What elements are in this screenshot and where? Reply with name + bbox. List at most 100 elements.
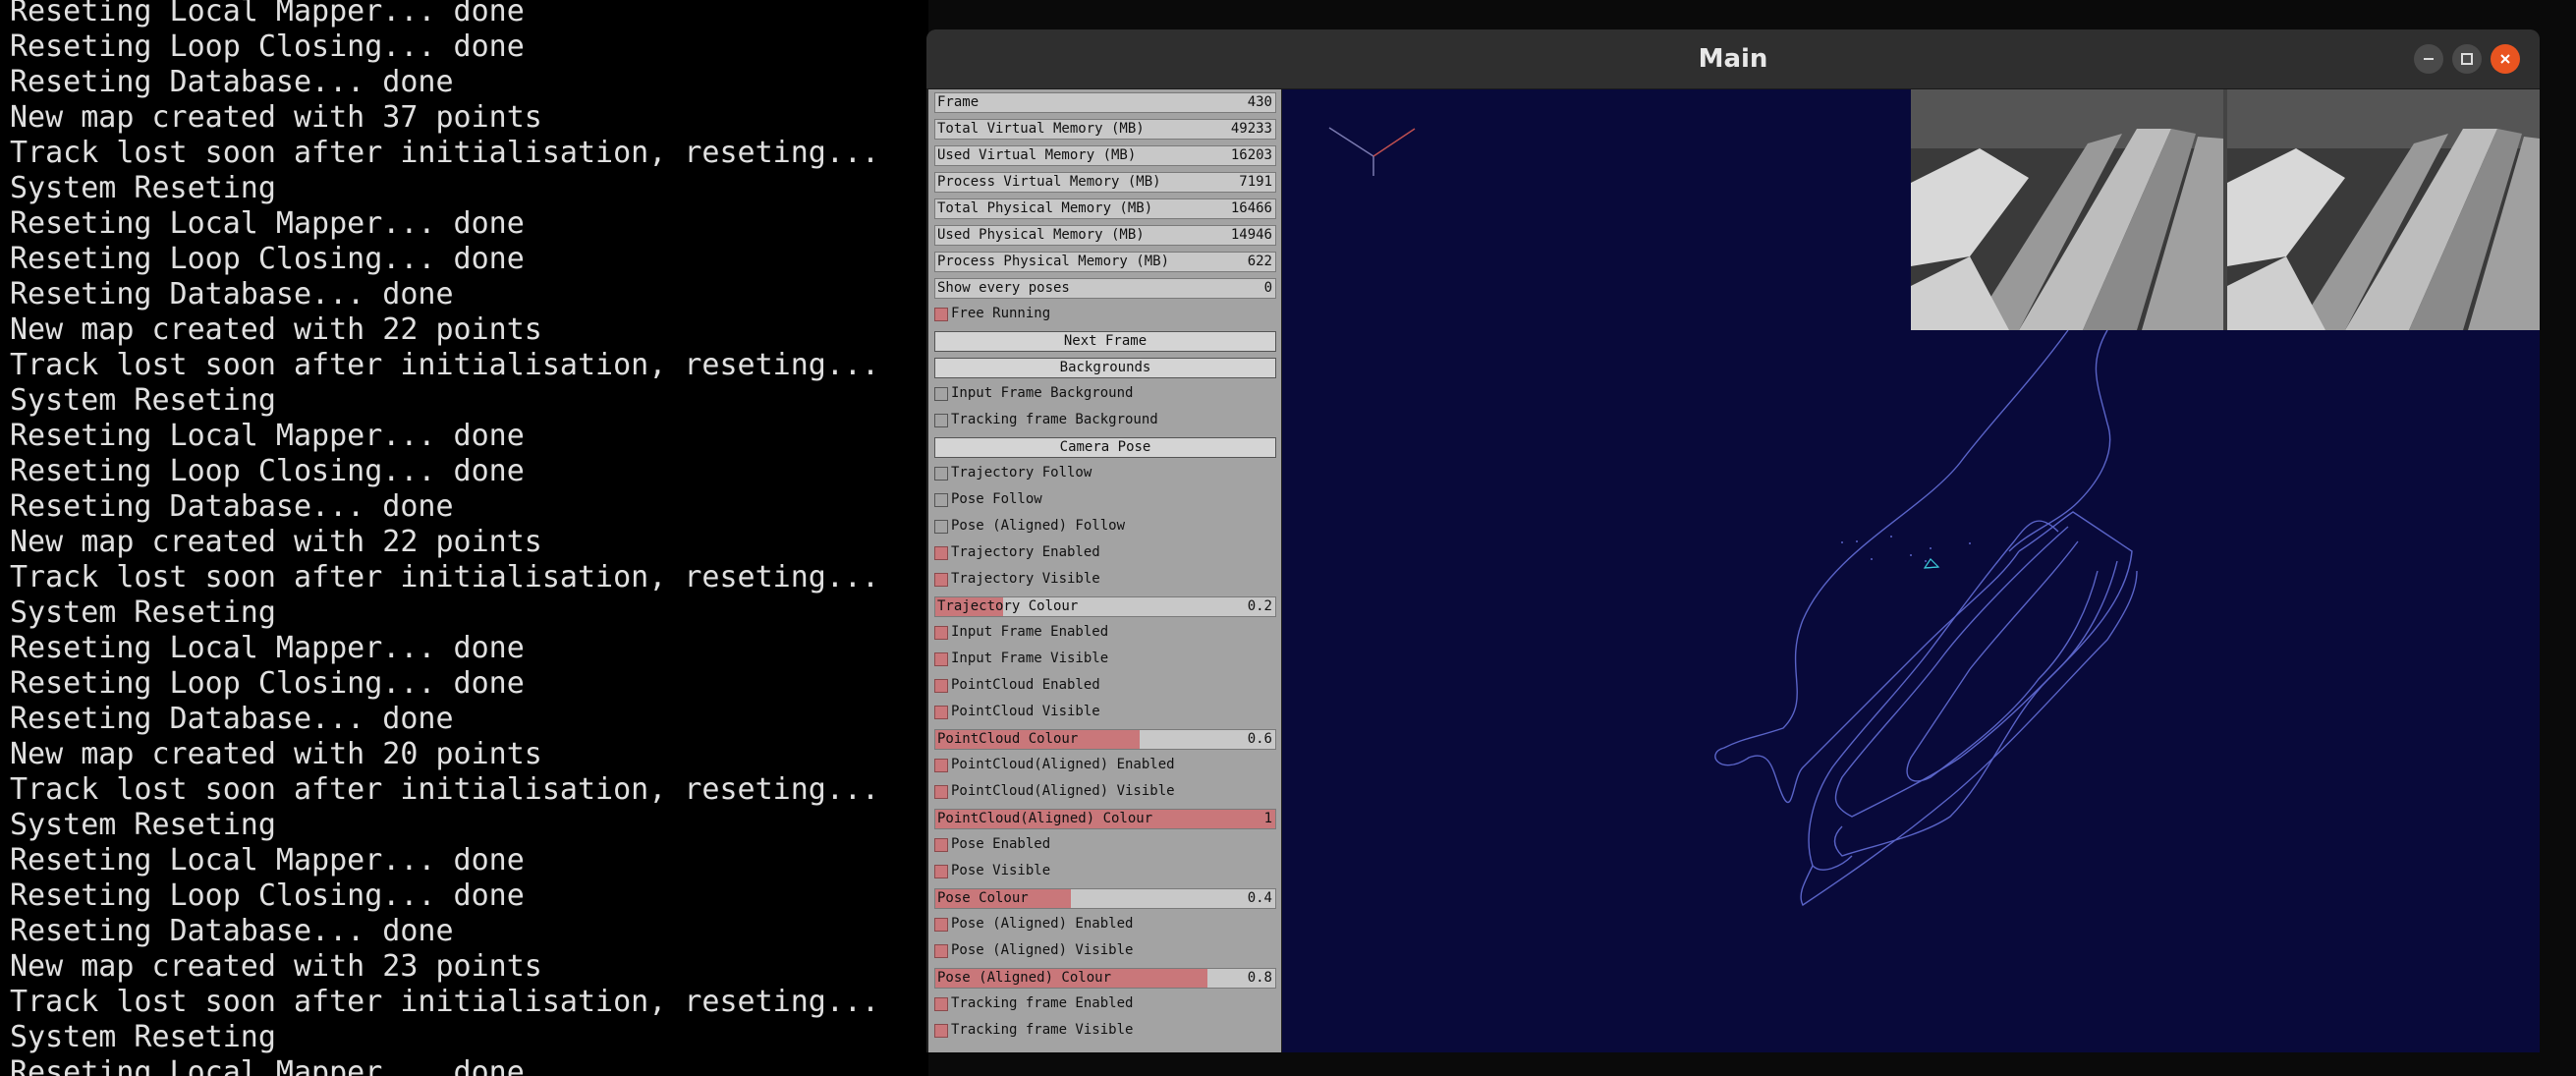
checkbox-box[interactable]	[934, 759, 948, 772]
terminal-line: Reseting Loop Closing... done	[10, 878, 525, 913]
terminal-line: Track lost soon after initialisation, re…	[10, 136, 880, 170]
checkbox-label: Tracking frame Visible	[951, 1022, 1134, 1038]
var-label: Total Physical Memory (MB)	[937, 200, 1153, 216]
checkbox-box[interactable]	[934, 573, 948, 587]
checkbox-trajectory-follow[interactable]: Trajectory Follow	[934, 464, 1276, 484]
checkbox-box[interactable]	[934, 997, 948, 1011]
slider-pose-aligned-colour[interactable]: Pose (Aligned) Colour 0.8	[934, 968, 1276, 989]
terminal-line: New map created with 23 points	[10, 949, 542, 984]
camera-image-right-graphic	[2227, 89, 2540, 330]
checkbox-pose-enabled[interactable]: Pose Enabled	[934, 835, 1276, 856]
terminal-line: New map created with 22 points	[10, 525, 542, 559]
terminal-output: Reseting Local Mapper... done Reseting Lo…	[0, 0, 928, 1076]
checkbox-input-frame-visible[interactable]: Input Frame Visible	[934, 650, 1276, 670]
title-bar[interactable]: Main	[926, 29, 2540, 89]
checkbox-box[interactable]	[934, 546, 948, 560]
slider-value: 0.6	[1247, 731, 1272, 747]
var-used-virtual-memory: Used Virtual Memory (MB) 16203	[934, 145, 1276, 166]
var-value: 14946	[1230, 227, 1272, 243]
var-process-virtual-memory: Process Virtual Memory (MB) 7191	[934, 172, 1276, 193]
maximize-button[interactable]	[2452, 44, 2482, 74]
var-process-physical-memory: Process Physical Memory (MB) 622	[934, 252, 1276, 272]
slider-trajectory-colour[interactable]: Trajectory Colour 0.2	[934, 596, 1276, 617]
terminal-line: Track lost soon after initialisation, re…	[10, 985, 880, 1019]
checkbox-pose-visible[interactable]: Pose Visible	[934, 862, 1276, 882]
checkbox-free-running[interactable]: Free Running	[934, 305, 1276, 325]
var-label: Total Virtual Memory (MB)	[937, 121, 1145, 137]
var-show-every-poses[interactable]: Show every poses 0	[934, 278, 1276, 299]
input-frame-inset	[1911, 89, 2540, 330]
checkbox-box[interactable]	[934, 308, 948, 321]
slider-pointcloud-aligned-colour[interactable]: PointCloud(Aligned) Colour 1	[934, 809, 1276, 829]
checkbox-box[interactable]	[934, 944, 948, 958]
slider-label: PointCloud(Aligned) Colour	[937, 811, 1153, 826]
terminal-line: Track lost soon after initialisation, re…	[10, 348, 880, 382]
checkbox-box[interactable]	[934, 414, 948, 427]
checkbox-box[interactable]	[934, 1024, 948, 1038]
terminal-line: Track lost soon after initialisation, re…	[10, 772, 880, 807]
terminal-line: Reseting Local Mapper... done	[10, 419, 525, 453]
terminal-line: Track lost soon after initialisation, re…	[10, 560, 880, 595]
var-total-physical-memory: Total Physical Memory (MB) 16466	[934, 198, 1276, 219]
checkbox-box[interactable]	[934, 865, 948, 878]
checkbox-label: Free Running	[951, 306, 1051, 321]
trajectory-path	[1714, 329, 2138, 907]
main-window: Main Frame 430 Total Virtual Memory (MB) 4…	[926, 29, 2540, 1052]
checkbox-input-frame-background[interactable]: Input Frame Background	[934, 384, 1276, 405]
checkbox-label: Trajectory Enabled	[951, 544, 1100, 560]
checkbox-pose-follow[interactable]: Pose Follow	[934, 490, 1276, 511]
checkbox-box[interactable]	[934, 626, 948, 640]
checkbox-box[interactable]	[934, 387, 948, 401]
var-value: 430	[1247, 94, 1272, 110]
checkbox-box[interactable]	[934, 918, 948, 932]
checkbox-input-frame-enabled[interactable]: Input Frame Enabled	[934, 623, 1276, 644]
backgrounds-button[interactable]: Backgrounds	[934, 358, 1276, 378]
slider-pointcloud-colour[interactable]: PointCloud Colour 0.6	[934, 729, 1276, 750]
var-label: Process Physical Memory (MB)	[937, 254, 1170, 269]
close-button[interactable]	[2491, 44, 2520, 74]
var-value: 16203	[1230, 147, 1272, 163]
terminal-line: Reseting Local Mapper... done	[10, 206, 525, 241]
camera-image-left	[1911, 89, 2223, 330]
checkbox-box[interactable]	[934, 679, 948, 693]
slider-pose-colour[interactable]: Pose Colour 0.4	[934, 888, 1276, 909]
var-value: 7191	[1239, 174, 1272, 190]
checkbox-box[interactable]	[934, 493, 948, 507]
slider-label: PointCloud Colour	[937, 731, 1079, 747]
var-value: 49233	[1230, 121, 1272, 137]
terminal-line: System Reseting	[10, 808, 276, 842]
terminal-line: Reseting Loop Closing... done	[10, 242, 525, 276]
checkbox-pose-aligned-follow[interactable]: Pose (Aligned) Follow	[934, 517, 1276, 538]
window-title: Main	[1698, 44, 1768, 74]
next-frame-button[interactable]: Next Frame	[934, 331, 1276, 352]
checkbox-tracking-frame-visible[interactable]: Tracking frame Visible	[934, 1021, 1276, 1042]
checkbox-box[interactable]	[934, 838, 948, 852]
checkbox-trajectory-visible[interactable]: Trajectory Visible	[934, 570, 1276, 591]
checkbox-box[interactable]	[934, 785, 948, 799]
camera-image-left-graphic	[1911, 89, 2223, 330]
settings-panel: Frame 430 Total Virtual Memory (MB) 49233 …	[928, 89, 1281, 1052]
checkbox-pointcloud-visible[interactable]: PointCloud Visible	[934, 703, 1276, 723]
var-value: 0	[1263, 280, 1272, 296]
checkbox-pose-aligned-enabled[interactable]: Pose (Aligned) Enabled	[934, 915, 1276, 935]
checkbox-box[interactable]	[934, 652, 948, 666]
checkbox-box[interactable]	[934, 706, 948, 719]
checkbox-pointcloud-aligned-enabled[interactable]: PointCloud(Aligned) Enabled	[934, 756, 1276, 776]
checkbox-pose-aligned-visible[interactable]: Pose (Aligned) Visible	[934, 941, 1276, 962]
checkbox-tracking-frame-background[interactable]: Tracking frame Background	[934, 411, 1276, 431]
minimize-button[interactable]	[2414, 44, 2443, 74]
var-label: Used Physical Memory (MB)	[937, 227, 1145, 243]
checkbox-label: Pose Enabled	[951, 836, 1051, 852]
terminal-line: New map created with 37 points	[10, 100, 542, 135]
checkbox-box[interactable]	[934, 520, 948, 534]
checkbox-trajectory-enabled[interactable]: Trajectory Enabled	[934, 543, 1276, 564]
checkbox-label: Pose (Aligned) Visible	[951, 942, 1134, 958]
camera-pose-button[interactable]: Camera Pose	[934, 437, 1276, 458]
3d-viewport[interactable]	[1282, 89, 2540, 1052]
checkbox-pointcloud-enabled[interactable]: PointCloud Enabled	[934, 676, 1276, 697]
checkbox-tracking-frame-enabled[interactable]: Tracking frame Enabled	[934, 994, 1276, 1015]
checkbox-label: Trajectory Follow	[951, 465, 1092, 481]
checkbox-label: PointCloud Visible	[951, 704, 1100, 719]
checkbox-pointcloud-aligned-visible[interactable]: PointCloud(Aligned) Visible	[934, 782, 1276, 803]
checkbox-box[interactable]	[934, 467, 948, 481]
